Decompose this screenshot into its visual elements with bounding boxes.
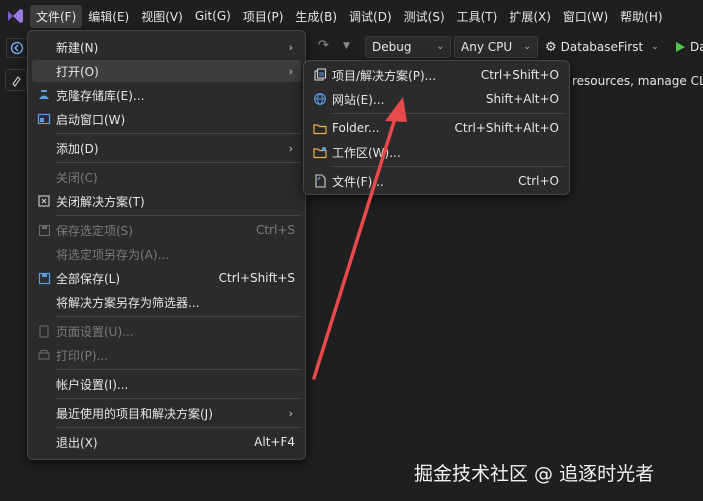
annotation-arrow — [312, 97, 407, 380]
watermark-text: 掘金技术社区 @ 追逐时光者 — [414, 463, 655, 485]
